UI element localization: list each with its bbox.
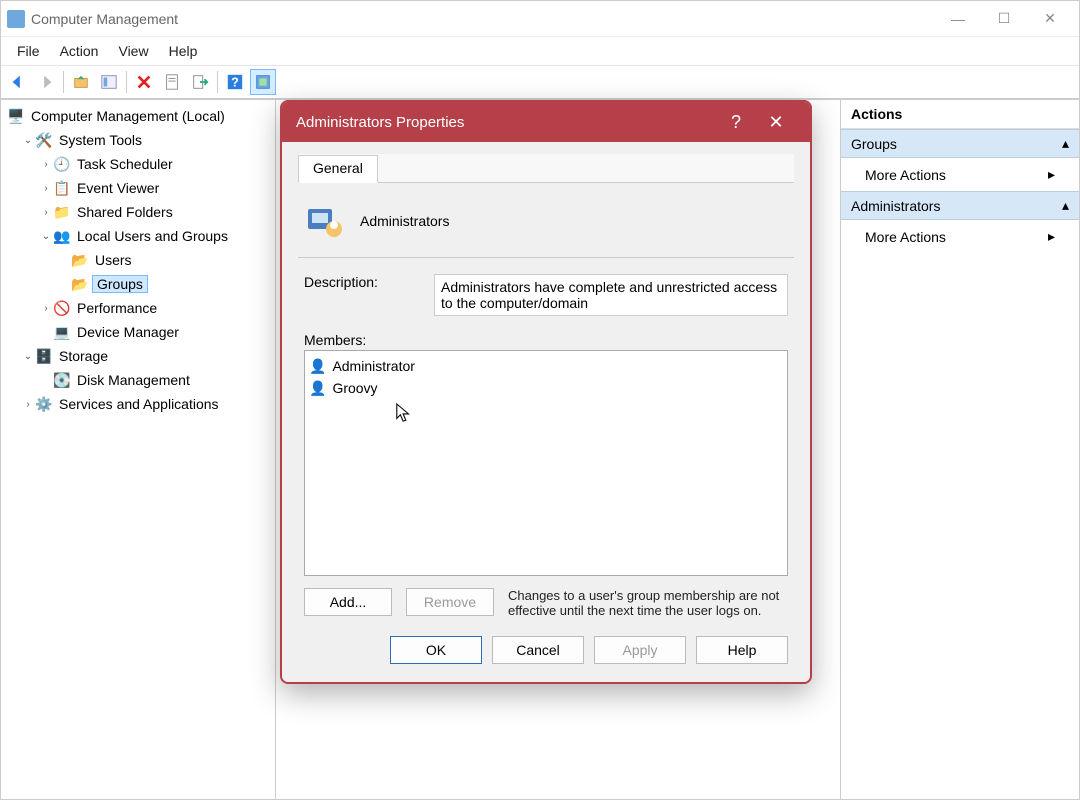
user-icon: 👤 (309, 380, 326, 397)
description-label: Description: (304, 274, 414, 290)
share-icon: 📁 (53, 203, 71, 221)
tree-device-manager[interactable]: 💻Device Manager (3, 320, 273, 344)
chevron-right-icon: ▸ (1048, 166, 1055, 183)
actions-more-2[interactable]: More Actions ▸ (841, 220, 1079, 253)
description-field[interactable]: Administrators have complete and unrestr… (434, 274, 788, 316)
member-row[interactable]: 👤 Administrator (309, 355, 783, 377)
actions-group-groups[interactable]: Groups ▴ (841, 129, 1079, 158)
actions-pane: Actions Groups ▴ More Actions ▸ Administ… (841, 100, 1079, 799)
maximize-button[interactable]: ☐ (981, 3, 1027, 35)
tree-performance[interactable]: ›🚫Performance (3, 296, 273, 320)
back-icon[interactable] (5, 69, 31, 95)
titlebar: Computer Management ― ☐ ✕ (1, 1, 1079, 37)
tools-icon: 🛠️ (35, 131, 53, 149)
tree-local-users-groups[interactable]: ⌄👥Local Users and Groups (3, 224, 273, 248)
computer-icon: 🖥️ (7, 107, 25, 125)
app-icon (7, 10, 25, 28)
members-list[interactable]: 👤 Administrator 👤 Groovy (304, 350, 788, 576)
help-icon[interactable]: ? (222, 69, 248, 95)
delete-icon[interactable] (131, 69, 157, 95)
tab-strip: General (298, 154, 794, 183)
refresh-icon[interactable] (250, 69, 276, 95)
members-label: Members: (304, 332, 788, 348)
tree-root[interactable]: 🖥️Computer Management (Local) (3, 104, 273, 128)
group-name: Administrators (360, 213, 449, 229)
dialog-close-button[interactable]: ✕ (756, 112, 796, 133)
collapse-icon: ▴ (1062, 197, 1069, 214)
tree-shared-folders[interactable]: ›📁Shared Folders (3, 200, 273, 224)
disk-icon: 💽 (53, 371, 71, 389)
menu-help[interactable]: Help (159, 40, 208, 62)
tree-system-tools[interactable]: ⌄🛠️System Tools (3, 128, 273, 152)
tree-groups[interactable]: 📂Groups (3, 272, 273, 296)
user-icon: 👤 (309, 358, 326, 375)
membership-note: Changes to a user's group membership are… (508, 588, 788, 618)
properties-icon[interactable] (159, 69, 185, 95)
help-button[interactable]: Help (696, 636, 788, 664)
actions-more-1[interactable]: More Actions ▸ (841, 158, 1079, 191)
forward-icon[interactable] (33, 69, 59, 95)
add-button[interactable]: Add... (304, 588, 392, 616)
tree-users[interactable]: 📂Users (3, 248, 273, 272)
collapse-icon: ▴ (1062, 135, 1069, 152)
ok-button[interactable]: OK (390, 636, 482, 664)
up-icon[interactable] (68, 69, 94, 95)
window-title: Computer Management (31, 11, 178, 27)
show-hide-tree-icon[interactable] (96, 69, 122, 95)
dialog-titlebar: Administrators Properties ? ✕ (282, 102, 810, 142)
event-icon: 📋 (53, 179, 71, 197)
menu-action[interactable]: Action (50, 40, 109, 62)
users-icon: 👥 (53, 227, 71, 245)
menu-view[interactable]: View (108, 40, 158, 62)
remove-button[interactable]: Remove (406, 588, 494, 616)
storage-icon: 🗄️ (35, 347, 53, 365)
close-button[interactable]: ✕ (1027, 3, 1073, 35)
nav-tree: 🖥️Computer Management (Local) ⌄🛠️System … (1, 100, 276, 799)
dialog-title: Administrators Properties (296, 114, 464, 131)
minimize-button[interactable]: ― (935, 3, 981, 35)
tree-task-scheduler[interactable]: ›🕘Task Scheduler (3, 152, 273, 176)
dialog-help-button[interactable]: ? (716, 112, 756, 133)
clock-icon: 🕘 (53, 155, 71, 173)
apply-button[interactable]: Apply (594, 636, 686, 664)
actions-header: Actions (841, 100, 1079, 129)
folder-icon: 📂 (71, 251, 89, 269)
tree-storage[interactable]: ⌄🗄️Storage (3, 344, 273, 368)
menu-file[interactable]: File (7, 40, 50, 62)
device-icon: 💻 (53, 323, 71, 341)
tab-general[interactable]: General (298, 155, 378, 183)
tree-disk-management[interactable]: 💽Disk Management (3, 368, 273, 392)
member-row[interactable]: 👤 Groovy (309, 377, 783, 399)
services-icon: ⚙️ (35, 395, 53, 413)
tree-event-viewer[interactable]: ›📋Event Viewer (3, 176, 273, 200)
perf-icon: 🚫 (53, 299, 71, 317)
chevron-right-icon: ▸ (1048, 228, 1055, 245)
cancel-button[interactable]: Cancel (492, 636, 584, 664)
tree-services-apps[interactable]: ›⚙️Services and Applications (3, 392, 273, 416)
menubar: File Action View Help (1, 37, 1079, 65)
svg-text:?: ? (231, 76, 239, 90)
export-icon[interactable] (187, 69, 213, 95)
folder-icon: 📂 (71, 275, 89, 293)
actions-group-admins[interactable]: Administrators ▴ (841, 191, 1079, 220)
group-icon (304, 201, 344, 241)
toolbar: ? (1, 65, 1079, 99)
properties-dialog: Administrators Properties ? ✕ General Ad… (280, 100, 812, 684)
